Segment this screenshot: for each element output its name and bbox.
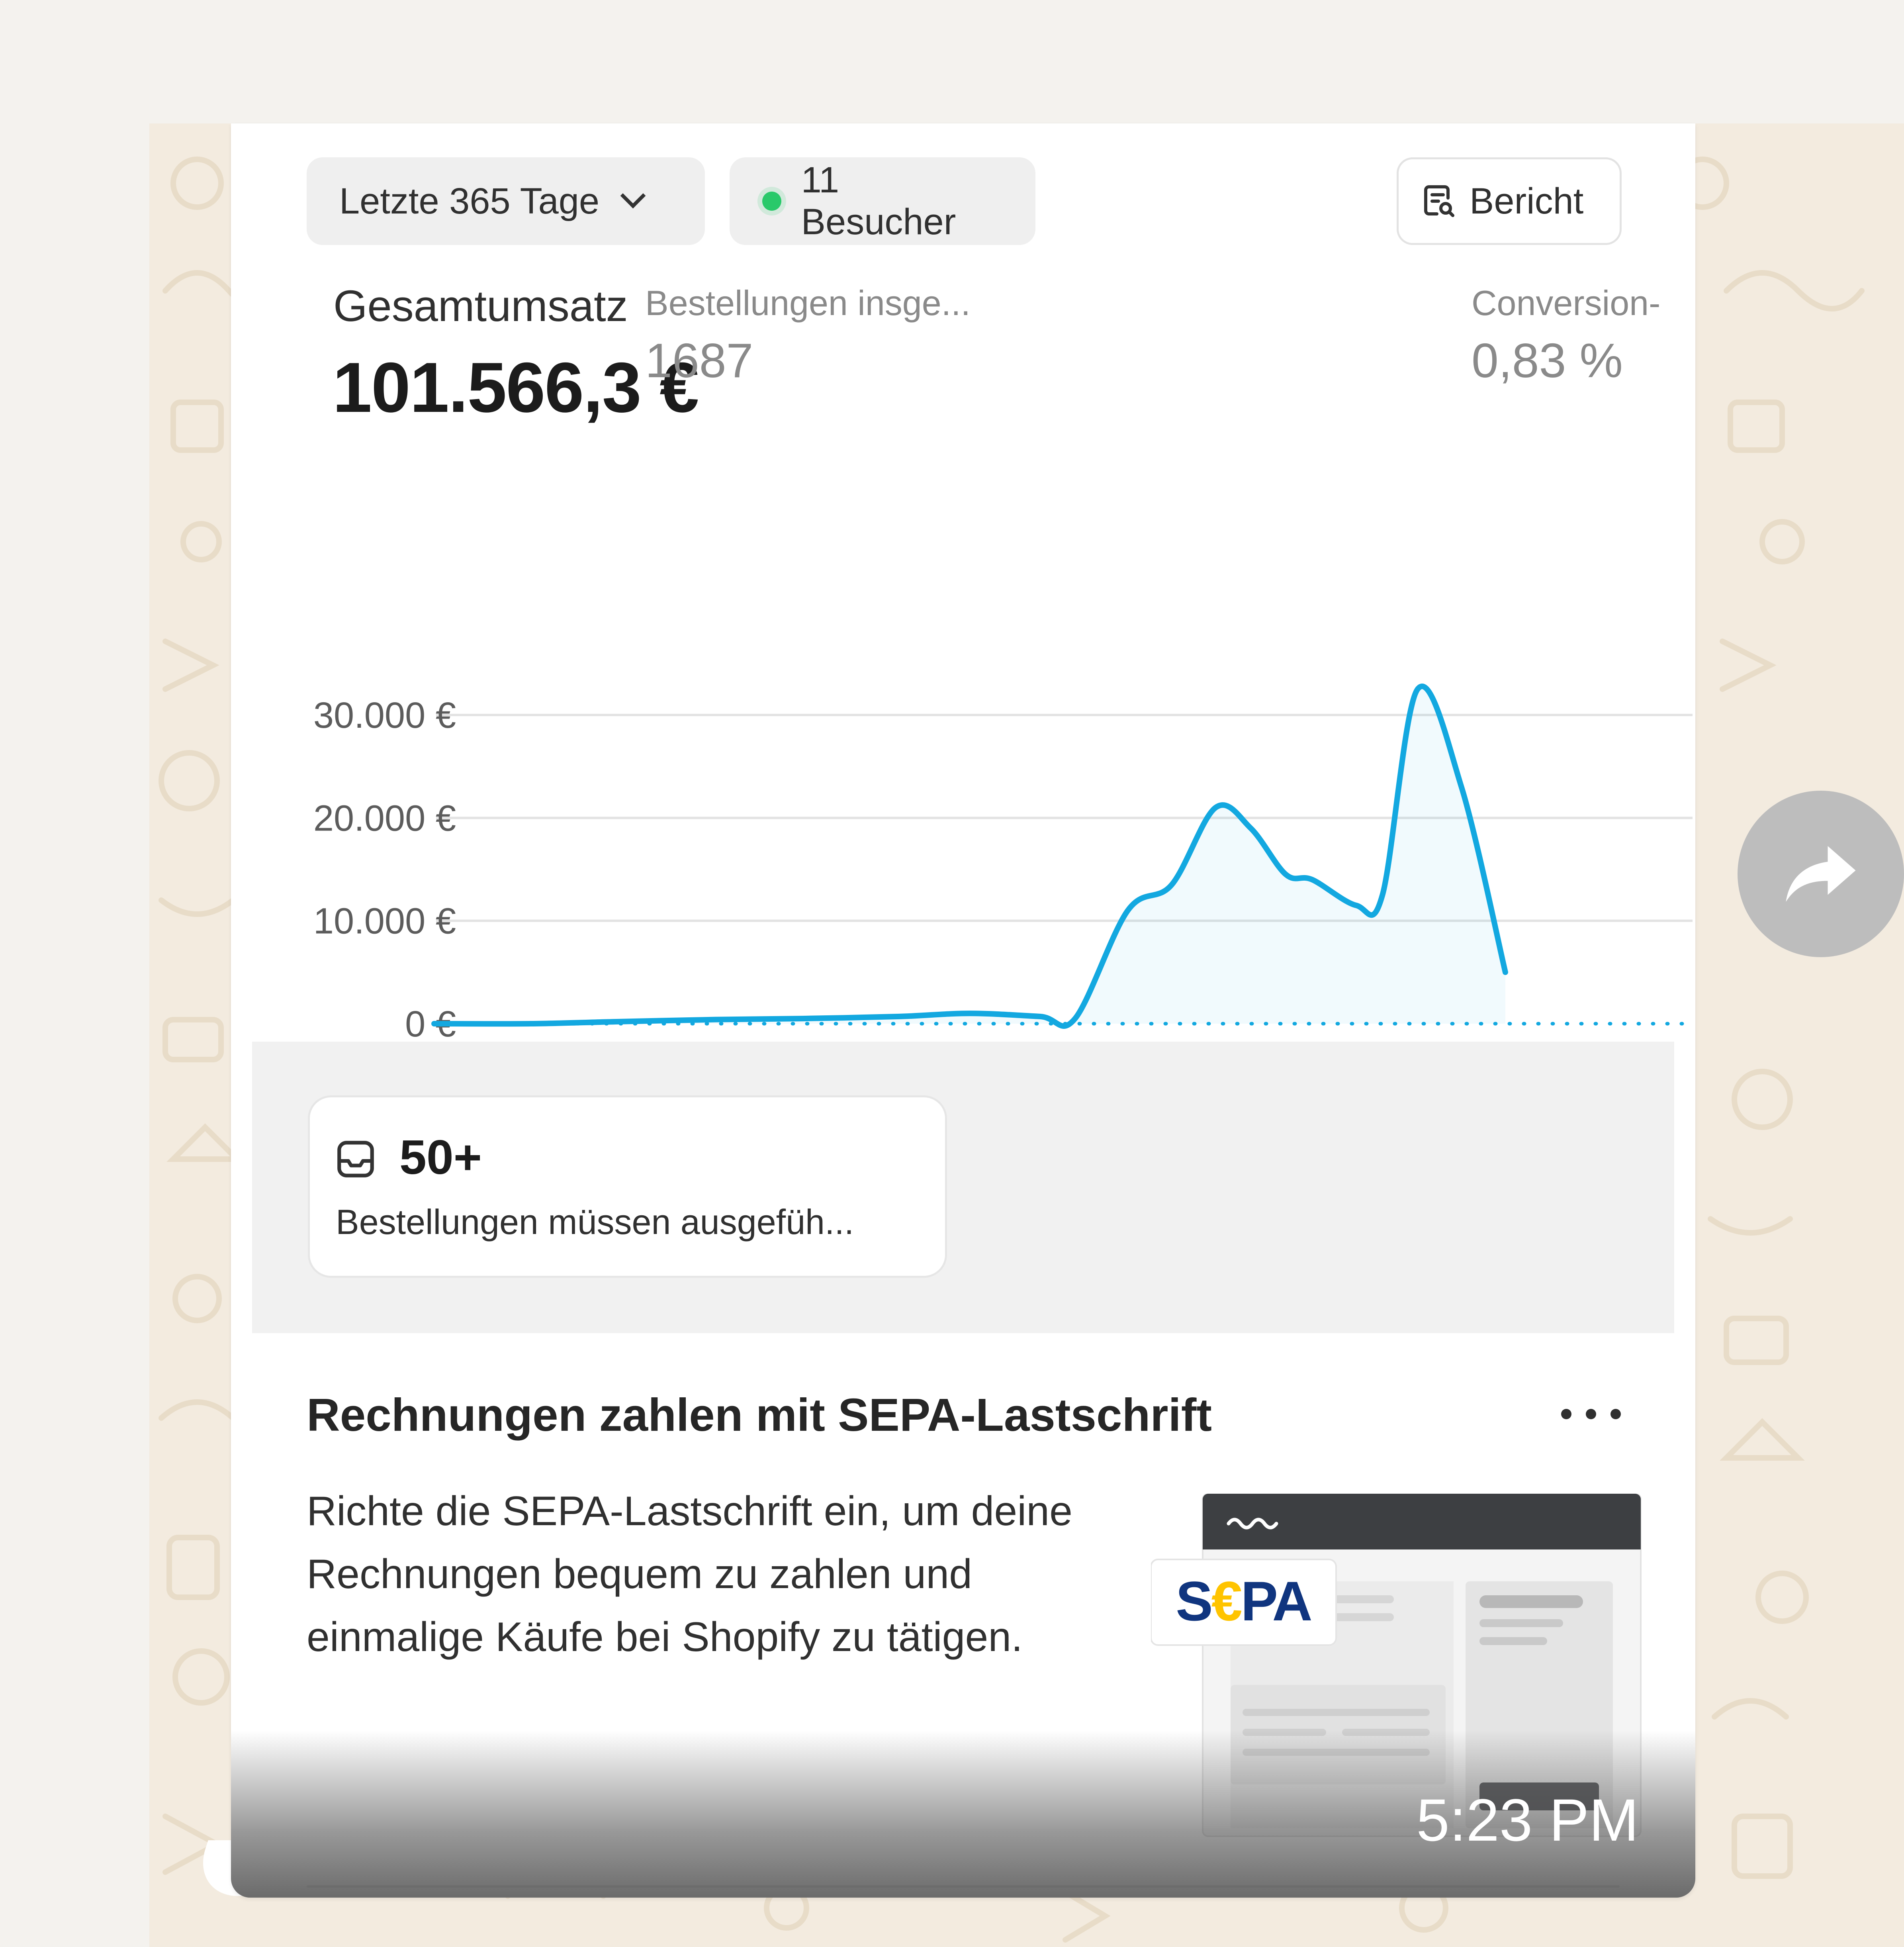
chart-data-point [618,1021,619,1022]
total-sales-value: 101.566,3 € [333,348,699,427]
chart-area-fill [434,686,1505,1026]
chart-data-point [715,1019,716,1020]
sepa-logo: S€PA [1176,1570,1311,1632]
orders-to-fulfill-card[interactable]: 50+ Bestellungen müssen ausgefüh... [308,1095,947,1278]
sepa-card-title: Rechnungen zahlen mit SEPA-Lastschrift [307,1389,1212,1441]
message-bubble[interactable]: Letzte 365 Tage 11 Besucher Bericht Gesa… [231,123,1695,1898]
sepa-card-description: Richte die SEPA-Lastschrift ein, um dein… [307,1488,1072,1660]
chart-data-point [1312,879,1313,880]
chart-data-point [969,1013,970,1014]
chart-y-tick-label: 20.000 € [313,798,456,838]
dashboard-filters: Letzte 365 Tage 11 Besucher Bericht [307,157,1622,245]
chart-data-point [1127,910,1128,911]
chart-data-point [530,1023,531,1024]
chart-y-tick-label: 10.000 € [313,901,456,942]
more-options-button[interactable] [1561,1402,1621,1426]
live-visitors-pill[interactable]: 11 Besucher [730,157,1035,245]
chart-data-point [1215,807,1216,808]
orders-label[interactable]: Bestellungen insge... [645,283,1023,323]
report-search-icon [1424,185,1454,217]
orders-value: 1687 [645,333,753,388]
chart-data-point [802,1018,803,1019]
forward-icon [1786,846,1856,902]
chart-data-point [1075,1018,1076,1019]
chart-data-point [1039,1016,1040,1017]
chart-data-point [899,1016,900,1017]
more-horizontal-icon [1561,1409,1571,1419]
date-range-label: Letzte 365 Tage [339,180,600,221]
conversion-value: 0,83 % [1472,333,1623,388]
forward-button[interactable] [1738,791,1904,957]
message-timestamp: 5:23 PM [1416,1786,1639,1853]
orders-to-fulfill-count: 50+ [399,1130,482,1184]
total-sales-label: Gesamtumsatz [333,282,628,331]
orders-to-fulfill-text: Bestellungen müssen ausgefüh... [336,1202,854,1242]
conversion-label[interactable]: Conversion- [1472,283,1679,323]
visitors-label: 11 Besucher [801,160,956,242]
next-card-edge [307,1885,1620,1888]
chart-data-point [1505,972,1506,973]
date-range-selector[interactable]: Letzte 365 Tage [307,157,705,245]
chart-y-tick-label: 30.000 € [313,695,456,736]
report-label: Bericht [1470,180,1584,221]
chevron-down-icon [620,183,646,208]
action-area: 50+ Bestellungen müssen ausgefüh... [252,1042,1674,1333]
chart-data-point [1171,884,1172,885]
report-button[interactable]: Bericht [1397,157,1622,245]
status-dot-icon [762,192,781,211]
inbox-icon [337,1141,374,1177]
chart-data-point [1250,828,1251,829]
